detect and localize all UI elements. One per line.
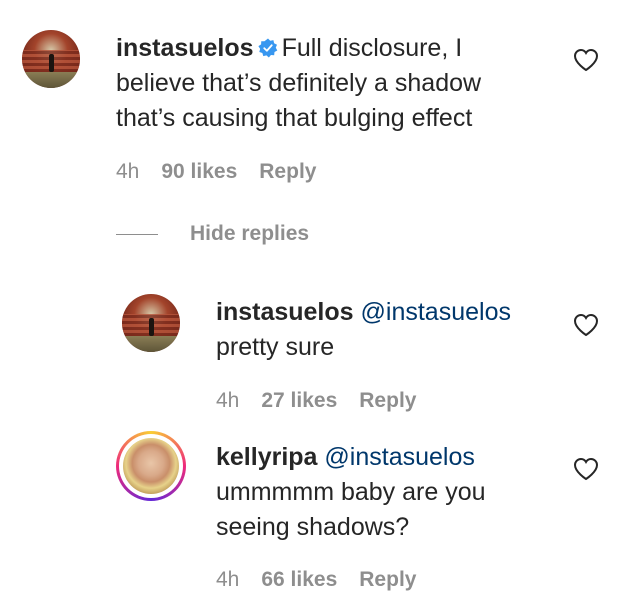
- timestamp[interactable]: 4h: [216, 389, 239, 412]
- likes-count[interactable]: 90 likes: [161, 160, 237, 183]
- comment-body: instasuelos @instasuelos pretty sure: [216, 295, 576, 365]
- comment-meta: 4h 90 likes Reply: [116, 160, 316, 184]
- heart-outline-icon[interactable]: [573, 48, 599, 72]
- comment-meta: 4h 27 likes Reply: [216, 389, 416, 413]
- comment-text-line: believe that’s definitely a shadow: [116, 69, 482, 97]
- avatar[interactable]: [22, 30, 80, 88]
- timestamp[interactable]: 4h: [116, 160, 139, 183]
- mention-link[interactable]: @instasuelos: [324, 443, 474, 471]
- comment-body: instasuelos Full disclosure, I believe t…: [116, 31, 576, 136]
- hide-replies-label: Hide replies: [190, 222, 310, 245]
- username[interactable]: instasuelos: [216, 298, 354, 326]
- timestamp[interactable]: 4h: [216, 568, 239, 591]
- heart-outline-icon[interactable]: [573, 457, 599, 481]
- comment-text-line: pretty sure: [216, 333, 335, 361]
- heart-outline-icon[interactable]: [573, 313, 599, 337]
- comment-text-line: that’s causing that bulging effect: [116, 104, 473, 132]
- username[interactable]: kellyripa: [216, 443, 317, 471]
- avatar: [123, 438, 179, 494]
- comment-body: kellyripa @instasuelos ummmmm baby are y…: [216, 440, 576, 545]
- comment-meta: 4h 66 likes Reply: [216, 568, 416, 592]
- comment-text-line: seeing shadows?: [216, 513, 410, 541]
- hide-replies-button[interactable]: Hide replies: [116, 222, 309, 246]
- avatar[interactable]: [122, 294, 180, 352]
- likes-count[interactable]: 27 likes: [261, 389, 337, 412]
- verified-badge-icon: [257, 38, 277, 58]
- likes-count[interactable]: 66 likes: [261, 568, 337, 591]
- reply-button[interactable]: Reply: [259, 160, 316, 183]
- comment-text-line: Full disclosure, I: [281, 34, 463, 62]
- username[interactable]: instasuelos: [116, 34, 254, 62]
- comment-text-line: ummmmm baby are you: [216, 478, 486, 506]
- reply-button[interactable]: Reply: [359, 389, 416, 412]
- reply-button[interactable]: Reply: [359, 568, 416, 591]
- mention-link[interactable]: @instasuelos: [361, 298, 511, 326]
- avatar-story-ring[interactable]: [116, 431, 186, 501]
- divider: [116, 233, 158, 235]
